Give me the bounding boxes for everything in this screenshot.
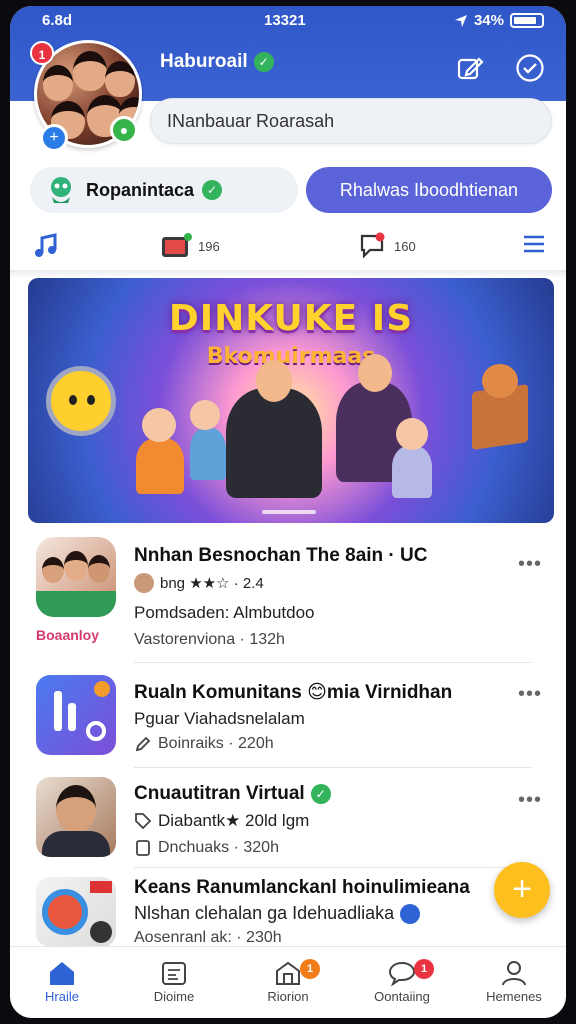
tab-badge: 1 (300, 959, 320, 979)
banner-title: DINKUKE IS (168, 298, 414, 339)
tv-icon (162, 233, 192, 257)
tab-store[interactable]: 1 Riorion (238, 957, 338, 1004)
list-item-meta: bng ★★☆ · 2.4 (134, 573, 264, 593)
list-thumbnail (36, 675, 116, 755)
tab-label: Riorion (267, 989, 309, 1004)
tab-label: Hraile (45, 989, 79, 1004)
bottom-tab-bar: Hraile Dioime 1 Riorion 1 Oontaiing Heme… (10, 946, 566, 1018)
status-left-text: 6.8d (42, 12, 73, 29)
primary-action-button[interactable]: Rhalwas Iboodhtienan (306, 167, 552, 213)
add-fab-button[interactable]: + (494, 862, 550, 918)
chat-icon (388, 961, 416, 987)
more-options-icon[interactable]: ••• (518, 683, 542, 706)
community-pill-label: Ropanintaca (86, 179, 195, 200)
compose-icon[interactable] (454, 52, 486, 84)
list-item-title: Keans Ranumlanckanl hoinulimieana (134, 877, 470, 898)
check-circle-icon[interactable] (514, 52, 546, 84)
tab-label: Hemenes (486, 989, 542, 1004)
calendar-icon (162, 962, 186, 985)
quick-icon-row: 196 160 (10, 224, 566, 270)
document-icon (136, 840, 150, 856)
list-divider (134, 662, 532, 663)
list-item-meta: Diabantk★ 20ld lgm (134, 811, 309, 831)
pill-verified-icon: ✓ (202, 180, 223, 200)
list-item-meta: Boinraiks · 220h (134, 735, 274, 753)
tab-profile[interactable]: Hemenes (464, 957, 564, 1004)
store-icon (276, 961, 300, 985)
chat-count: 160 (394, 238, 416, 254)
list-divider (134, 767, 532, 768)
chat-bubble-icon (360, 232, 385, 259)
list-item-detail: Boinraiks · 220h (158, 735, 274, 752)
list-item-subtitle: Nlshan clehalan ga Idehuadliaka (134, 903, 395, 923)
location-icon (454, 14, 467, 27)
more-options-icon[interactable]: ••• (518, 553, 542, 576)
online-badge-icon: ● (110, 116, 138, 144)
list-thumbnail (36, 537, 116, 617)
tab-label: Dioime (153, 989, 195, 1004)
tab-chats[interactable]: 1 Oontaiing (352, 957, 452, 1004)
mini-avatar-icon (134, 573, 154, 593)
tab-badge: 1 (414, 959, 434, 979)
home-icon (50, 962, 74, 985)
list-item-title: Rualn Komunitans 😊mia Virnidhan (134, 682, 453, 703)
list-item-meta-2: Dnchuaks · 320h (134, 839, 279, 857)
notification-badge: 1 (30, 41, 54, 65)
emoji-character-icon (46, 366, 116, 436)
tab-label: Oontaiing (374, 989, 430, 1004)
list-thumbnail (36, 877, 116, 947)
music-icon[interactable] (32, 232, 60, 260)
verified-icon: ✓ (253, 52, 274, 72)
verified-icon: ✓ (310, 784, 331, 804)
tab-calendar[interactable]: Dioime (124, 957, 224, 1004)
banner-subtitle: Bkomuirmaas (206, 344, 376, 369)
list-item-title: Cnuautitran Virtual (134, 783, 305, 804)
edit-icon (135, 736, 151, 752)
list-item-subtitle: Pguar Viahadsnelalam (134, 709, 305, 728)
search-input[interactable]: INanbauar Roarasah (150, 98, 552, 144)
chat-counter[interactable]: 160 (358, 232, 416, 260)
tv-count: 196 (198, 238, 220, 254)
thumbnail-caption: Boaanloy (36, 627, 100, 643)
banner-page-indicator (262, 510, 316, 514)
list-item-rating: bng ★★☆ · 2.4 (160, 575, 264, 592)
list-item-subtitle: Pomdsaden: Almbutdoo (134, 603, 315, 622)
phone-screen: 6.8d 13321 34% Haburoail ✓ 1 + ● INanbau… (10, 6, 566, 1018)
username-text: Haburoail (160, 51, 248, 72)
battery-percent: 34% (473, 12, 504, 29)
list-item-detail: Aosenranl ak: · 230h (134, 929, 282, 946)
community-pill[interactable]: Ropanintaca ✓ (30, 167, 298, 213)
list-divider (134, 867, 532, 868)
username[interactable]: Haburoail ✓ (160, 51, 274, 73)
status-clock: 13321 (264, 12, 306, 29)
info-badge-icon (400, 903, 421, 924)
featured-banner[interactable]: DINKUKE IS Bkomuirmaas (28, 278, 554, 523)
battery-icon (510, 13, 544, 28)
list-thumbnail (36, 777, 116, 857)
list-item-subtitle: Diabantk★ 20ld lgm (158, 811, 310, 830)
mascot-icon (51, 177, 71, 203)
status-right: 34% (454, 12, 544, 29)
tab-home[interactable]: Hraile (12, 957, 112, 1004)
status-bar: 6.8d 13321 34% (10, 6, 566, 36)
list-item-title: Nnhan Besnochan The 8ain · UC (134, 545, 428, 566)
list-item-title-wrap: Cnuautitran Virtual ✓ (134, 783, 331, 805)
list-item-detail: Dnchuaks · 320h (158, 839, 279, 856)
person-icon (502, 961, 526, 986)
tag-icon (135, 813, 152, 830)
list-item-detail: Vastorenviona · 132h (134, 631, 285, 648)
menu-icon[interactable] (522, 232, 546, 256)
section-divider (10, 270, 566, 278)
add-badge-icon[interactable]: + (40, 124, 68, 152)
more-options-icon[interactable]: ••• (518, 789, 542, 812)
list-item-subtitle-wrap: Nlshan clehalan ga Idehuadliaka (134, 903, 421, 924)
tv-counter[interactable]: 196 (160, 232, 220, 260)
